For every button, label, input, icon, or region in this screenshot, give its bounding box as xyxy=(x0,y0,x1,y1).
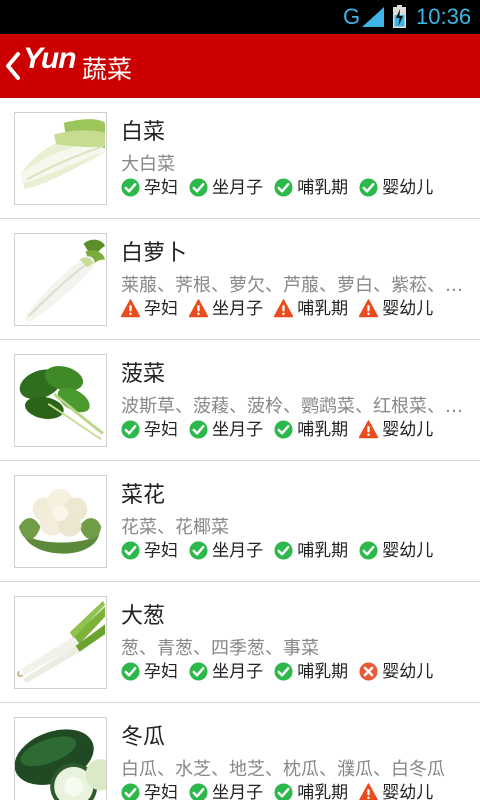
warning-icon xyxy=(359,783,379,800)
tag-pregnant: 孕妇 xyxy=(121,177,178,199)
list-item[interactable]: 冬瓜 白瓜、水芝、地芝、枕瓜、濮瓜、白冬瓜 孕妇 坐月子 哺乳期 婴幼儿 xyxy=(0,703,480,800)
suitability-tags: 孕妇 坐月子 哺乳期 婴幼儿 xyxy=(121,419,439,441)
battery-charging-icon xyxy=(393,5,406,28)
check-circle-icon xyxy=(189,541,208,560)
tag-postpartum: 坐月子 xyxy=(189,782,263,800)
check-circle-icon xyxy=(189,783,208,800)
winter-melon-image xyxy=(14,717,107,800)
item-alias: 白瓜、水芝、地芝、枕瓜、濮瓜、白冬瓜 xyxy=(121,759,445,780)
cauliflower-image xyxy=(14,475,107,568)
tag-pregnant: 孕妇 xyxy=(121,419,178,441)
item-alias: 大白菜 xyxy=(121,154,175,175)
page-title: 蔬菜 xyxy=(82,55,133,84)
signal-icon xyxy=(362,7,384,27)
suitability-tags: 孕妇 坐月子 哺乳期 婴幼儿 xyxy=(120,298,439,320)
item-alias: 葱、青葱、四季葱、事菜 xyxy=(121,638,319,659)
item-alias: 波斯草、菠薐、菠柃、鹦鹉菜、红根菜、赤根菜 xyxy=(121,396,466,417)
suitability-tags: 孕妇 坐月子 哺乳期 婴幼儿 xyxy=(121,540,439,562)
tag-infant: 婴幼儿 xyxy=(359,177,433,199)
tag-pregnant: 孕妇 xyxy=(121,540,178,562)
tag-lactation: 哺乳期 xyxy=(274,177,348,199)
tag-pregnant: 孕妇 xyxy=(120,298,178,320)
tag-postpartum: 坐月子 xyxy=(189,661,263,683)
tag-infant: 婴幼儿 xyxy=(359,419,433,441)
item-name: 菜花 xyxy=(121,483,166,508)
check-circle-icon xyxy=(121,178,140,197)
item-alias: 莱菔、荠根、萝欠、芦菔、萝白、紫菘、秦菘 xyxy=(121,275,466,296)
status-bar: G 10:36 xyxy=(0,0,480,34)
x-circle-icon xyxy=(359,662,378,681)
list-item[interactable]: 白萝卜 莱菔、荠根、萝欠、芦菔、萝白、紫菘、秦菘 孕妇 坐月子 哺乳期 婴幼儿 xyxy=(0,219,480,340)
check-circle-icon xyxy=(189,178,208,197)
napa-cabbage-image xyxy=(14,112,107,205)
check-circle-icon xyxy=(359,178,378,197)
warning-icon xyxy=(273,299,294,318)
list-item[interactable]: 菜花 花菜、花椰菜 孕妇 坐月子 哺乳期 婴幼儿 xyxy=(0,461,480,582)
vegetable-list: 白菜 大白菜 孕妇 坐月子 哺乳期 婴幼儿 白萝卜 莱菔、荠根、萝欠、芦菔、萝白… xyxy=(0,98,480,800)
app-bar: Yun 蔬菜 xyxy=(0,34,480,98)
tag-lactation: 哺乳期 xyxy=(274,540,348,562)
item-name: 菠菜 xyxy=(121,362,166,387)
white-radish-image xyxy=(14,233,107,326)
check-circle-icon xyxy=(121,662,140,681)
check-circle-icon xyxy=(274,178,293,197)
tag-pregnant: 孕妇 xyxy=(121,782,178,800)
item-name: 大葱 xyxy=(121,604,166,629)
item-name: 冬瓜 xyxy=(121,725,166,750)
tag-pregnant: 孕妇 xyxy=(121,661,178,683)
network-type: G xyxy=(343,4,361,29)
suitability-tags: 孕妇 坐月子 哺乳期 婴幼儿 xyxy=(121,177,439,199)
item-name: 白萝卜 xyxy=(121,241,188,266)
check-circle-icon xyxy=(274,541,293,560)
tag-postpartum: 坐月子 xyxy=(188,298,263,320)
check-circle-icon xyxy=(189,662,208,681)
check-circle-icon xyxy=(274,420,293,439)
suitability-tags: 孕妇 坐月子 哺乳期 婴幼儿 xyxy=(121,782,439,800)
tag-postpartum: 坐月子 xyxy=(189,419,263,441)
tag-infant: 婴幼儿 xyxy=(359,782,433,800)
list-item[interactable]: 大葱 葱、青葱、四季葱、事菜 孕妇 坐月子 哺乳期 婴幼儿 xyxy=(0,582,480,703)
scallion-image xyxy=(14,596,107,689)
tag-postpartum: 坐月子 xyxy=(189,540,263,562)
list-item[interactable]: 白菜 大白菜 孕妇 坐月子 哺乳期 婴幼儿 xyxy=(0,98,480,219)
warning-icon xyxy=(188,299,209,318)
tag-lactation: 哺乳期 xyxy=(274,419,348,441)
brand-logo[interactable]: Yun xyxy=(23,42,77,76)
clock: 10:36 xyxy=(416,4,472,29)
tag-lactation: 哺乳期 xyxy=(274,661,348,683)
chevron-left-icon[interactable] xyxy=(2,48,22,84)
tag-infant: 婴幼儿 xyxy=(359,298,433,320)
check-circle-icon xyxy=(121,420,140,439)
check-circle-icon xyxy=(121,541,140,560)
tag-infant: 婴幼儿 xyxy=(359,540,433,562)
list-item[interactable]: 菠菜 波斯草、菠薐、菠柃、鹦鹉菜、红根菜、赤根菜 孕妇 坐月子 哺乳期 婴幼儿 xyxy=(0,340,480,461)
check-circle-icon xyxy=(359,541,378,560)
tag-postpartum: 坐月子 xyxy=(189,177,263,199)
warning-icon xyxy=(359,299,379,318)
item-alias: 花菜、花椰菜 xyxy=(121,517,229,538)
check-circle-icon xyxy=(189,420,208,439)
check-circle-icon xyxy=(121,783,140,800)
tag-lactation: 哺乳期 xyxy=(274,782,348,800)
spinach-image xyxy=(14,354,107,447)
item-name: 白菜 xyxy=(121,120,166,145)
suitability-tags: 孕妇 坐月子 哺乳期 婴幼儿 xyxy=(121,661,439,683)
tag-lactation: 哺乳期 xyxy=(273,298,348,320)
warning-icon xyxy=(120,299,141,318)
warning-icon xyxy=(359,420,379,439)
check-circle-icon xyxy=(274,783,293,800)
tag-infant: 婴幼儿 xyxy=(359,661,433,683)
check-circle-icon xyxy=(274,662,293,681)
